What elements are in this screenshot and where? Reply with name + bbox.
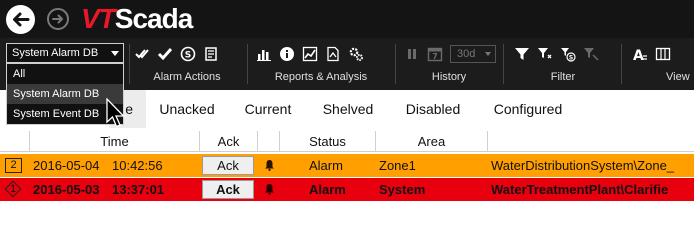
filter-shelved-icon[interactable]: S bbox=[560, 46, 576, 62]
svg-text:S: S bbox=[569, 55, 573, 62]
table-row[interactable]: 1 2016-05-03 13:37:01 Ack Alarm System W… bbox=[0, 178, 694, 201]
clear-filter-icon[interactable] bbox=[583, 46, 599, 62]
status-column-header[interactable]: Status bbox=[280, 131, 376, 152]
shelve-icon[interactable]: S bbox=[180, 46, 196, 62]
dropdown-option-all[interactable]: All bbox=[7, 64, 123, 84]
priority-number: 1 bbox=[9, 183, 17, 195]
row-time: 10:42:56 bbox=[112, 158, 163, 173]
notes-icon[interactable] bbox=[203, 46, 219, 62]
ack-button[interactable]: Ack bbox=[202, 180, 254, 199]
priority-badge: 2 bbox=[5, 158, 22, 173]
filter-group: S Filter bbox=[510, 38, 616, 90]
acknowledge-check-icon[interactable] bbox=[157, 46, 173, 62]
chevron-down-icon bbox=[485, 52, 491, 56]
mouse-cursor-icon bbox=[106, 98, 126, 128]
priority-column-header[interactable] bbox=[0, 131, 30, 152]
vtscada-logo: VT Scada bbox=[81, 3, 193, 35]
calendar-day: 7 bbox=[432, 52, 438, 61]
history-label: History bbox=[431, 71, 467, 83]
bell-icon bbox=[265, 184, 274, 195]
alarm-actions-label: Alarm Actions bbox=[153, 71, 221, 83]
tab-disabled[interactable]: Disabled bbox=[393, 90, 473, 128]
ack-all-icon[interactable] bbox=[134, 46, 150, 62]
row-area: System bbox=[379, 182, 426, 197]
toolbar-divider bbox=[129, 44, 130, 84]
row-date: 2016-05-04 bbox=[33, 158, 100, 173]
history-range-select[interactable]: 30d bbox=[450, 45, 496, 63]
calendar-icon[interactable]: 7 bbox=[427, 46, 443, 62]
row-status: Alarm bbox=[309, 158, 343, 173]
toolbar-divider bbox=[395, 44, 396, 84]
arrow-left-icon bbox=[13, 12, 30, 27]
history-range-value: 30d bbox=[457, 48, 476, 60]
alarm-db-select[interactable]: System Alarm DB bbox=[6, 43, 124, 63]
columns-icon[interactable] bbox=[655, 46, 671, 62]
info-icon[interactable] bbox=[279, 46, 295, 62]
view-group: A View bbox=[628, 38, 694, 90]
time-column-header[interactable]: Time bbox=[30, 131, 200, 152]
priority-badge: 1 bbox=[4, 180, 22, 198]
filter-icon[interactable] bbox=[514, 46, 530, 62]
row-path: WaterDistributionSystem\Zone_ bbox=[491, 158, 675, 173]
forward-button[interactable] bbox=[47, 8, 69, 30]
icon-column-header[interactable] bbox=[258, 131, 280, 152]
row-date: 2016-05-03 bbox=[33, 182, 100, 197]
view-label: View bbox=[666, 71, 690, 83]
area-column-header[interactable]: Area bbox=[376, 131, 488, 152]
alarm-db-select-value: System Alarm DB bbox=[12, 47, 99, 59]
pause-icon[interactable] bbox=[404, 46, 420, 62]
ack-button[interactable]: Ack bbox=[202, 156, 254, 175]
filter-type-icon[interactable] bbox=[537, 46, 553, 62]
bell-icon bbox=[265, 160, 274, 171]
bar-chart-icon[interactable] bbox=[256, 46, 272, 62]
row-time: 13:37:01 bbox=[112, 182, 165, 197]
name-column-header[interactable] bbox=[488, 131, 694, 152]
svg-text:S: S bbox=[185, 51, 191, 61]
row-area: Zone1 bbox=[379, 158, 416, 173]
chevron-down-icon bbox=[111, 51, 119, 56]
tab-configured[interactable]: Configured bbox=[480, 90, 576, 128]
row-path: WaterTreatmentPlant\Clarifie bbox=[491, 182, 669, 197]
report-document-icon[interactable] bbox=[325, 46, 341, 62]
toolbar-divider bbox=[247, 44, 248, 84]
history-group: 7 30d History bbox=[400, 38, 498, 90]
toolbar-divider bbox=[621, 44, 622, 84]
alarm-table-header: Time Ack Status Area bbox=[0, 131, 694, 152]
arrow-right-icon bbox=[52, 14, 63, 24]
logo-prefix: VT bbox=[81, 3, 116, 34]
row-status: Alarm bbox=[309, 182, 346, 197]
filter-label: Filter bbox=[550, 71, 576, 83]
back-button[interactable] bbox=[6, 5, 35, 34]
tab-shelved[interactable]: Shelved bbox=[311, 90, 385, 128]
logo-suffix: Scada bbox=[114, 3, 193, 34]
font-size-icon[interactable]: A bbox=[632, 46, 648, 62]
ack-column-header[interactable]: Ack bbox=[200, 131, 258, 152]
table-row[interactable]: 2 2016-05-04 10:42:56 Ack Alarm Zone1 Wa… bbox=[0, 154, 694, 177]
trend-chart-icon[interactable] bbox=[302, 46, 318, 62]
tab-current[interactable]: Current bbox=[232, 90, 304, 128]
reports-analysis-label: Reports & Analysis bbox=[274, 71, 368, 83]
reports-analysis-group: Reports & Analysis bbox=[252, 38, 390, 90]
alarm-actions-group: S Alarm Actions bbox=[134, 38, 240, 90]
svg-text:A: A bbox=[633, 48, 644, 62]
tab-unacked[interactable]: Unacked bbox=[146, 90, 228, 128]
toolbar-divider bbox=[503, 44, 504, 84]
title-bar: VT Scada bbox=[0, 0, 694, 38]
gears-icon[interactable] bbox=[348, 46, 364, 62]
